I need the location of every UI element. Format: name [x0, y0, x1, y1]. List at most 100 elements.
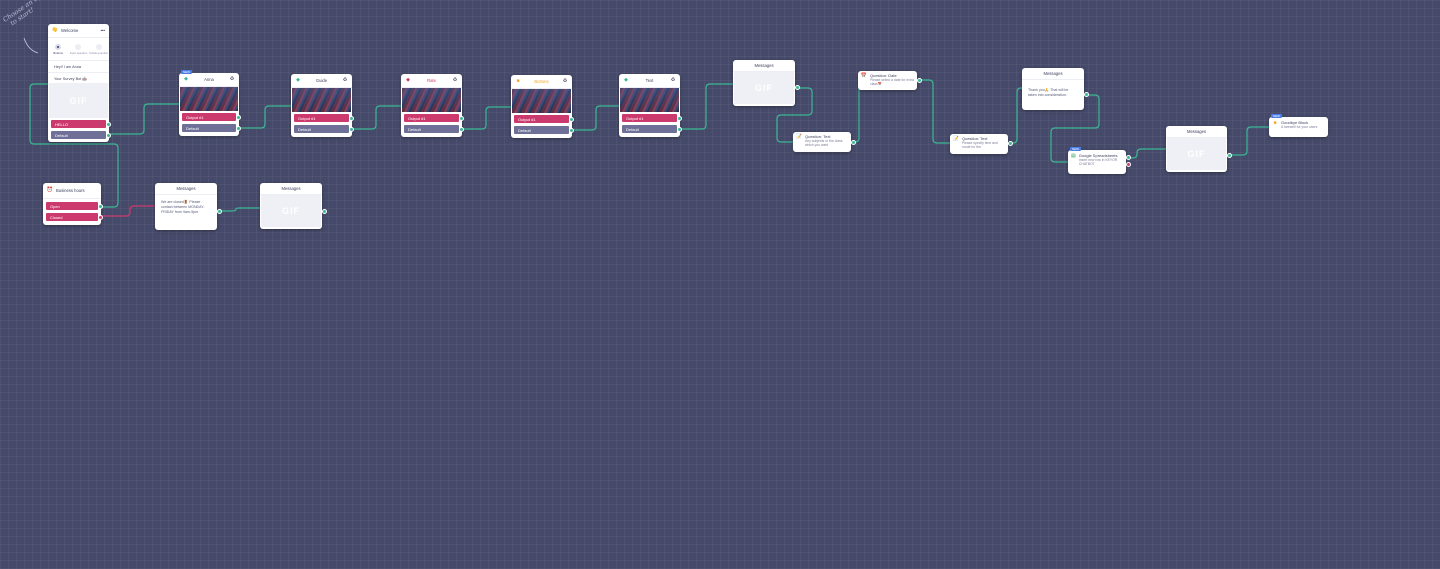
messages-thanks-node[interactable]: Messages Thank you🙏 That will be taken i…: [1022, 68, 1089, 110]
output-port[interactable]: [349, 126, 354, 132]
messages-thanks-text: Thank you🙏 That will be taken into consi…: [1028, 88, 1069, 97]
recycle-icon[interactable]: ♻: [670, 78, 676, 84]
text-node[interactable]: ◆ Text ♻ Output #1 Default: [619, 74, 682, 137]
output-port[interactable]: [459, 115, 464, 121]
output-port[interactable]: [569, 116, 574, 122]
buttons-node[interactable]: ■ Buttons ♻ Output #1 Default: [511, 75, 574, 138]
welcome-gif: GIF: [49, 83, 108, 118]
welcome-field-1[interactable]: Hey!! I am Anna: [48, 61, 109, 73]
recycle-icon[interactable]: ♻: [452, 78, 458, 84]
output-port[interactable]: [106, 121, 111, 127]
output-port[interactable]: [98, 203, 103, 209]
image-icon: ◆: [184, 76, 188, 82]
goodbye-block-node[interactable]: NEW ■ Goodbye Block A farewell for your …: [1269, 114, 1328, 137]
error-port[interactable]: [1126, 162, 1131, 167]
welcome-row-hello-label: HELLO: [55, 121, 69, 127]
question-text-node-1[interactable]: 📝 Question: Text Any subjects or the cla…: [793, 132, 856, 152]
guide-default-label: Default: [298, 126, 311, 132]
welcome-header: 👋 Welcome •••: [48, 24, 109, 38]
messages-closed-text: We are closed🚪 Please contact between MO…: [161, 200, 205, 214]
anna-node[interactable]: NEW ◆ Anna ♻ Output #1 Default: [179, 70, 241, 136]
buttons-image: [512, 89, 571, 113]
messages-closed-node[interactable]: Messages We are closed🚪 Please contact b…: [155, 183, 222, 230]
tab-fields-question[interactable]: Fields question: [89, 38, 109, 60]
rate-output-label: Output #1: [408, 115, 426, 121]
anna-row-default[interactable]: Default: [182, 124, 241, 132]
output-port[interactable]: [236, 125, 241, 131]
anna-header: ◆ Anna ♻: [179, 73, 239, 87]
tab-buttons[interactable]: Buttons: [48, 38, 68, 60]
output-port[interactable]: [851, 140, 856, 145]
new-badge: NEW: [181, 70, 192, 74]
output-port[interactable]: [98, 214, 103, 220]
more-options-icon[interactable]: •••: [101, 28, 105, 33]
text-row-default[interactable]: Default: [622, 125, 682, 133]
output-port[interactable]: [1126, 155, 1131, 160]
business-open-label: Open: [50, 203, 60, 209]
guide-title: Guide: [315, 78, 328, 83]
calendar-icon: 📅: [860, 72, 868, 79]
text-row-output[interactable]: Output #1: [622, 114, 682, 122]
anna-row-output[interactable]: Output #1: [182, 113, 241, 121]
fields-question-icon: [95, 43, 102, 50]
recycle-icon[interactable]: ♻: [229, 77, 235, 83]
output-port[interactable]: [217, 209, 222, 214]
business-hours-header: ⏰ Business hours: [43, 183, 101, 199]
question-date-node[interactable]: 📅 Question: Date Please select a date fo…: [858, 71, 922, 90]
buttons-default-label: Default: [518, 127, 531, 133]
messages-node-1[interactable]: Messages GIF: [733, 60, 800, 106]
welcome-row-default[interactable]: Default: [51, 131, 111, 139]
output-port[interactable]: [1227, 153, 1232, 158]
google-spreadsheets-node[interactable]: NEW ▤ Google Spreadsheets Insert new row…: [1068, 147, 1131, 174]
wire-guide-rate: [350, 105, 402, 130]
wire-messages2-goodbye: [1226, 126, 1270, 156]
tab-input-question[interactable]: Input question: [68, 38, 88, 60]
wire-rate-buttons: [460, 106, 512, 130]
recycle-icon[interactable]: ♻: [342, 78, 348, 84]
welcome-row-default-label: Default: [55, 132, 68, 138]
output-port[interactable]: [917, 78, 922, 83]
output-port[interactable]: [677, 126, 682, 132]
messages-node-3[interactable]: Messages GIF: [260, 183, 327, 229]
welcome-node[interactable]: 👋 Welcome ••• Buttons Input question Fie…: [48, 24, 111, 142]
output-port[interactable]: [236, 114, 241, 120]
spreadsheet-icon: ▤: [1071, 152, 1076, 159]
business-row-closed[interactable]: Closed: [46, 213, 103, 221]
output-port[interactable]: [322, 209, 327, 214]
recycle-icon[interactable]: ♻: [562, 79, 568, 85]
buttons-title: Buttons: [534, 79, 549, 84]
rate-row-default[interactable]: Default: [404, 125, 464, 133]
output-port[interactable]: [349, 115, 354, 121]
guide-image: [292, 88, 351, 112]
wire-welcome-anna: [108, 103, 180, 135]
messages-2-title: Messages: [1166, 126, 1227, 138]
rate-node[interactable]: ◆ Rate ♻ Output #1 Default: [401, 74, 464, 137]
output-port[interactable]: [795, 85, 800, 90]
output-port[interactable]: [1008, 141, 1013, 146]
wire-annotation-arrow: [23, 37, 39, 54]
question-text-2-text: Please specify time and mode for the: [962, 141, 998, 149]
welcome-title: Welcome: [61, 28, 79, 33]
messages-node-2[interactable]: Messages GIF: [1166, 126, 1232, 172]
business-hours-node[interactable]: ⏰ Business hours Open Closed: [43, 183, 103, 225]
star-icon: ◆: [406, 77, 410, 83]
guide-node[interactable]: ◆ Guide ♻ Output #1 Default: [291, 74, 354, 137]
rate-header: ◆ Rate ♻: [401, 74, 462, 88]
output-port[interactable]: [459, 126, 464, 132]
business-row-open[interactable]: Open: [46, 202, 103, 210]
question-date-body: 📅 Question: Date Please select a date fo…: [858, 71, 917, 88]
guide-row-default[interactable]: Default: [294, 125, 354, 133]
guide-row-output[interactable]: Output #1: [294, 114, 354, 122]
output-port[interactable]: [1084, 92, 1089, 97]
welcome-row-hello[interactable]: HELLO: [51, 120, 111, 128]
buttons-row-output[interactable]: Output #1: [514, 115, 574, 123]
output-port[interactable]: [569, 127, 574, 133]
rate-row-output[interactable]: Output #1: [404, 114, 464, 122]
rate-title: Rate: [427, 78, 436, 83]
question-text-node-2[interactable]: 📝 Question: Text Please specify time and…: [950, 134, 1013, 154]
business-closed-label: Closed: [50, 214, 63, 220]
output-port[interactable]: [106, 132, 111, 138]
buttons-row-default[interactable]: Default: [514, 126, 574, 134]
output-port[interactable]: [677, 115, 682, 121]
flow-canvas[interactable]: Choose an option to start! 👋 Welcome •••…: [0, 0, 1440, 569]
